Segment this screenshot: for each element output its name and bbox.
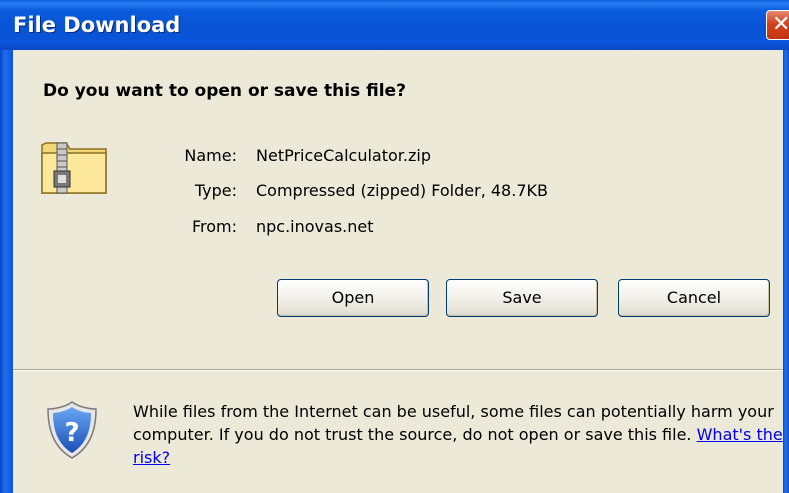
from-value: npc.inovas.net (256, 217, 374, 236)
name-label: Name: (184, 146, 237, 165)
window-title: File Download (13, 13, 181, 37)
type-label: Type: (194, 181, 237, 200)
section-divider (13, 369, 783, 371)
warning-text: While files from the Internet can be use… (133, 402, 774, 444)
window-frame-left (0, 50, 13, 493)
window-frame-right (783, 50, 789, 493)
cancel-button[interactable]: Cancel (618, 279, 770, 317)
open-button[interactable]: Open (277, 279, 429, 317)
type-value: Compressed (zipped) Folder, 48.7KB (256, 181, 548, 200)
from-label: From: (191, 217, 237, 236)
title-bar[interactable]: File Download ✕ (0, 0, 789, 50)
close-button[interactable]: ✕ (766, 10, 789, 40)
save-button[interactable]: Save (446, 279, 598, 317)
warning-message: While files from the Internet can be use… (133, 400, 783, 469)
svg-text:?: ? (64, 418, 79, 448)
shield-question-icon: ? (47, 401, 97, 459)
name-value: NetPriceCalculator.zip (256, 146, 431, 165)
close-icon: ✕ (772, 12, 789, 37)
dialog-question: Do you want to open or save this file? (43, 81, 406, 101)
